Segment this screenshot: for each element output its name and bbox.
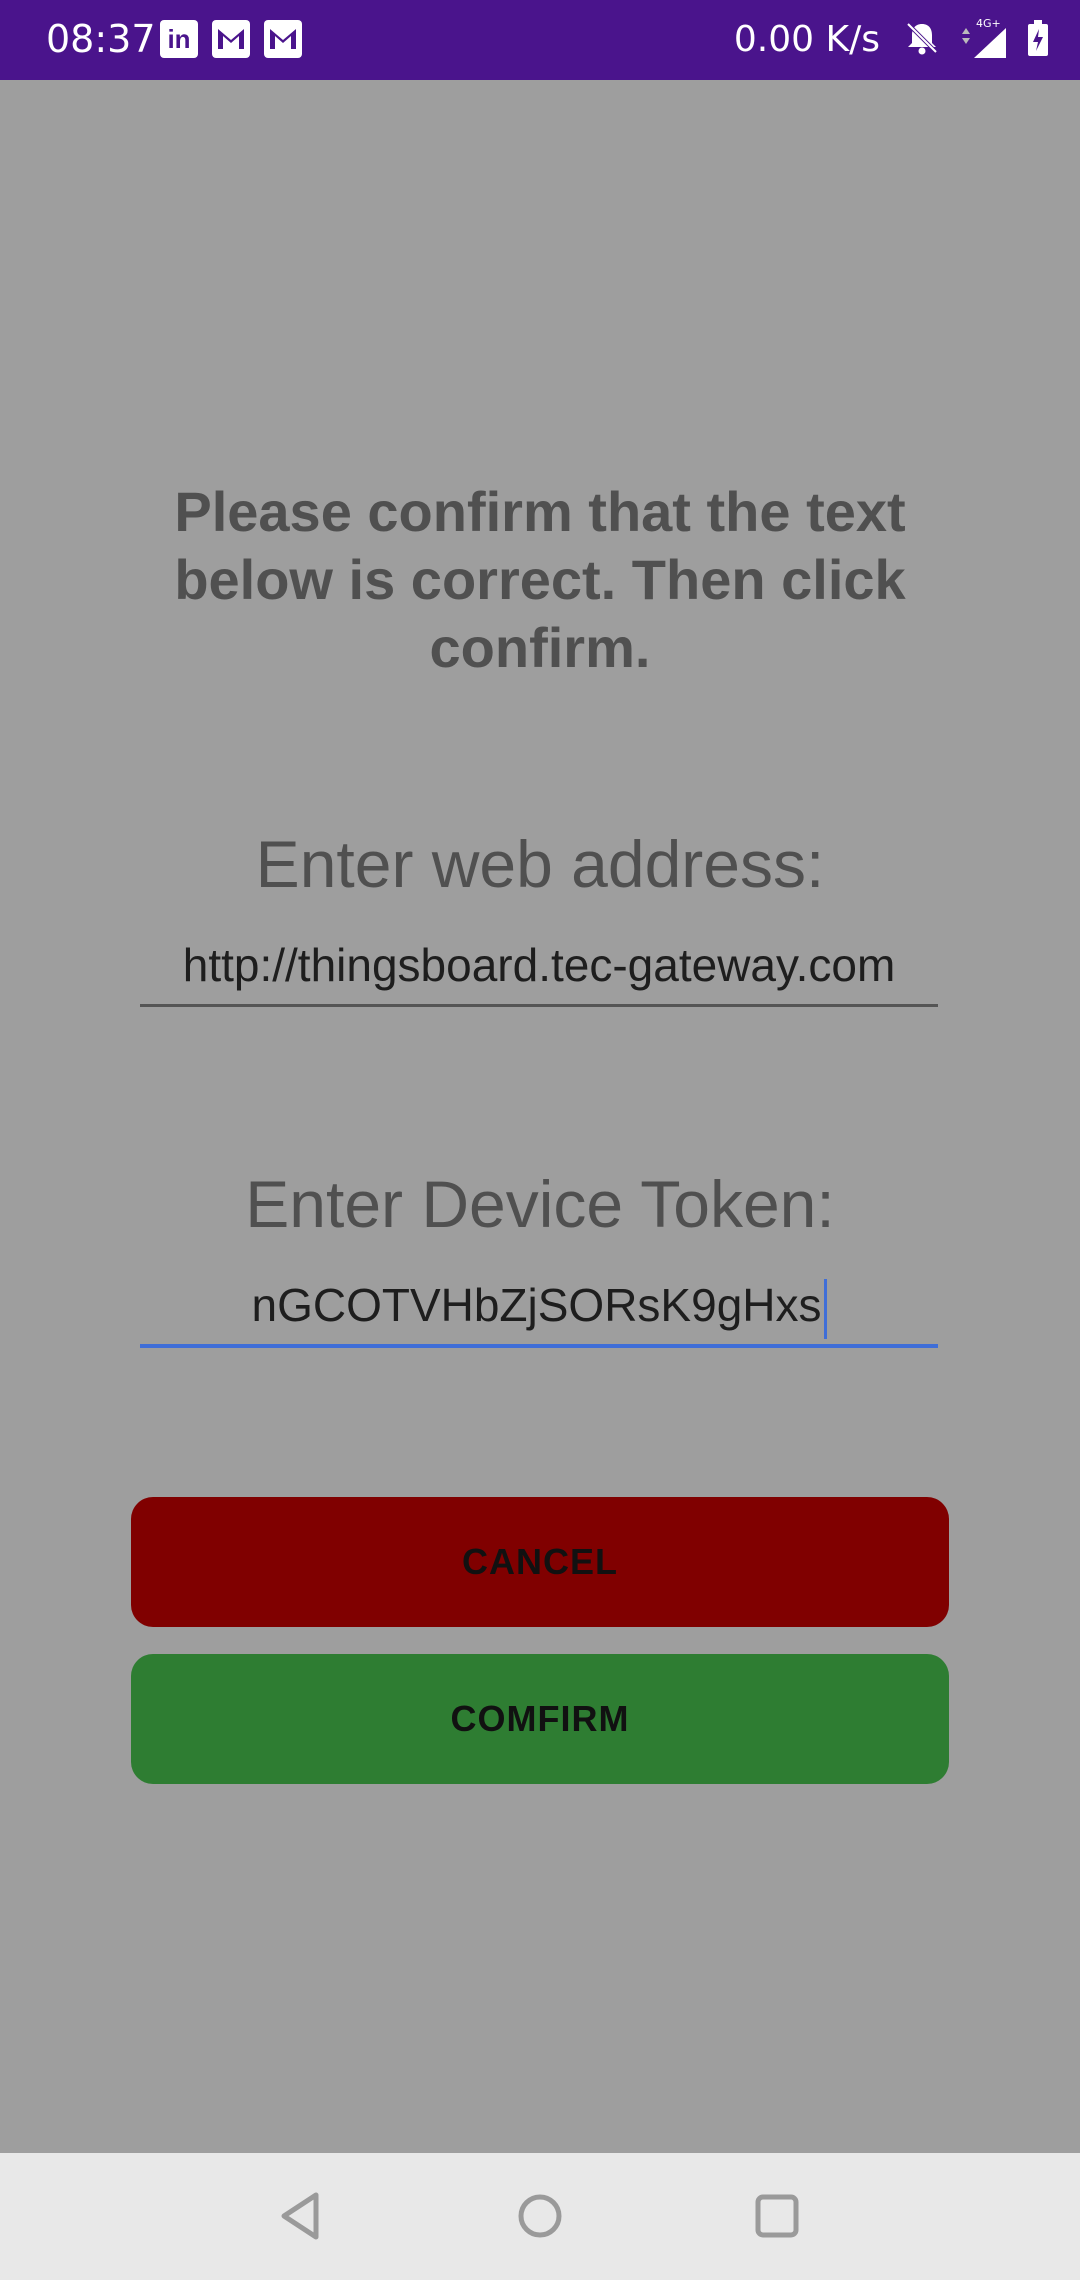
- text-cursor: [823, 1278, 827, 1339]
- navigation-bar: [0, 2153, 1080, 2280]
- status-right: 0.00 K/s 4G+: [734, 16, 1050, 64]
- gmail-icon: [212, 20, 250, 58]
- recents-icon[interactable]: [744, 2183, 810, 2249]
- cancel-button-label: CANCEL: [462, 1541, 618, 1582]
- linkedin-icon: in: [160, 20, 198, 58]
- status-bar: 08:37 in 0.00 K/s 4G+: [0, 0, 1080, 80]
- bell-off-icon: [902, 18, 942, 63]
- web-address-value: http://thingsboard.tec-gateway.com: [182, 939, 896, 991]
- device-token-value: nGCOTVHbZjSORsK9gHxs: [251, 1279, 822, 1331]
- network-speed: 0.00 K/s: [733, 19, 880, 60]
- device-token-input[interactable]: nGCOTVHbZjSORsK9gHxs: [140, 1266, 938, 1348]
- home-icon[interactable]: [507, 2183, 573, 2249]
- network-type-label: 4G+: [976, 17, 1001, 30]
- confirm-prompt: Please confirm that the text below is co…: [174, 480, 906, 679]
- confirm-button[interactable]: COMFIRM: [131, 1654, 949, 1784]
- notification-icons: in: [160, 20, 302, 60]
- web-address-label: Enter web address:: [255, 827, 825, 901]
- status-time: 08:37: [46, 17, 156, 61]
- back-icon[interactable]: [270, 2183, 336, 2249]
- web-address-input[interactable]: http://thingsboard.tec-gateway.com: [140, 926, 938, 1007]
- signal-icon: 4G+: [958, 16, 1010, 65]
- battery-charging-icon: [1026, 18, 1050, 63]
- device-token-label: Enter Device Token:: [245, 1167, 835, 1241]
- confirm-button-label: COMFIRM: [450, 1698, 630, 1739]
- gmail-icon: [264, 20, 302, 58]
- cancel-button[interactable]: CANCEL: [131, 1497, 949, 1627]
